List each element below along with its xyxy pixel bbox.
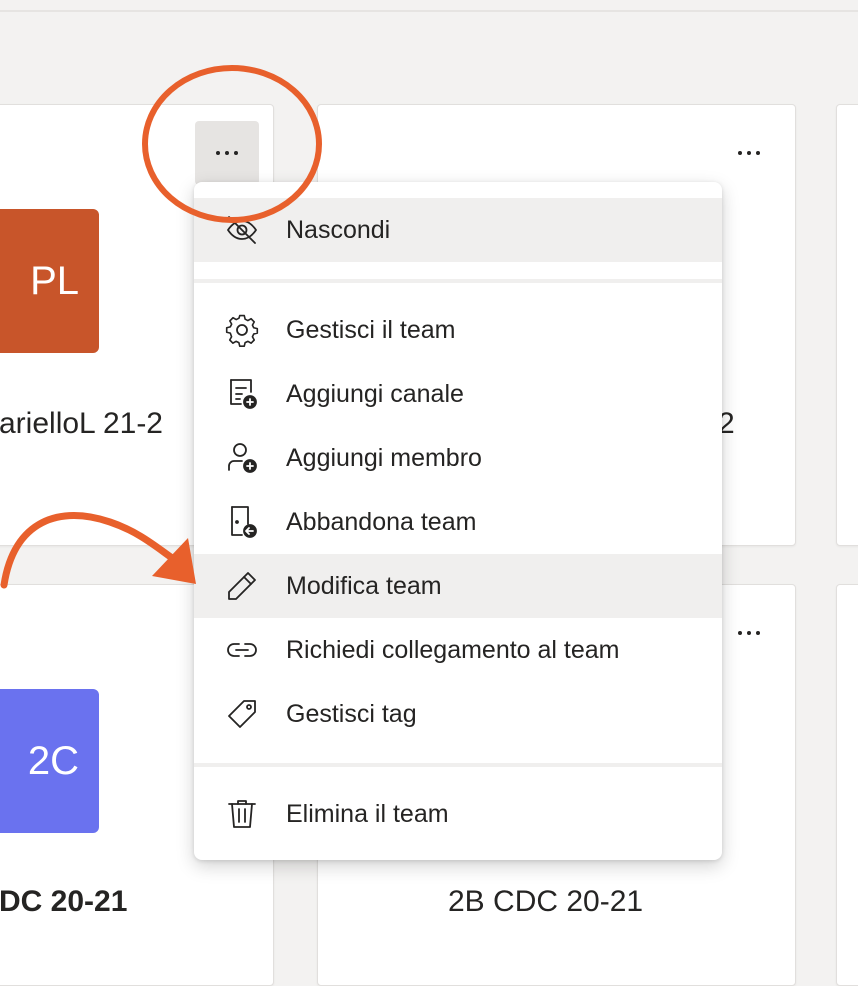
leave-icon (224, 504, 260, 540)
menu-item-leave-team[interactable]: Abbandona team (194, 490, 722, 554)
menu-item-manage-team[interactable]: Gestisci il team (194, 298, 722, 362)
menu-item-edit-team[interactable]: Modifica team (194, 554, 722, 618)
menu-item-add-channel[interactable]: Aggiungi canale (194, 362, 722, 426)
more-options-button[interactable] (195, 121, 259, 185)
team-name: 2B CDC 20-21 (448, 885, 644, 918)
more-icon (738, 151, 760, 155)
menu-item-label: Gestisci il team (286, 315, 456, 344)
link-icon (224, 632, 260, 668)
tag-icon (224, 696, 260, 732)
menu-separator (194, 279, 722, 283)
menu-item-label: Modifica team (286, 571, 442, 600)
team-name: arielloL 21-2 (0, 407, 163, 440)
team-initials: 2C (27, 738, 79, 783)
team-card[interactable] (836, 584, 858, 986)
trash-icon (224, 796, 260, 832)
menu-item-label: Gestisci tag (286, 699, 417, 728)
menu-item-label: Elimina il team (286, 799, 449, 828)
menu-item-label: Richiedi collegamento al team (286, 635, 620, 664)
menu-item-manage-tags[interactable]: Gestisci tag (194, 682, 722, 746)
hide-icon (224, 212, 260, 248)
gear-icon (224, 312, 260, 348)
menu-item-get-link[interactable]: Richiedi collegamento al team (194, 618, 722, 682)
menu-item-hide[interactable]: Nascondi (194, 198, 722, 262)
top-bar (0, 0, 858, 12)
pencil-icon (224, 568, 260, 604)
team-card[interactable] (836, 104, 858, 546)
menu-item-label: Abbandona team (286, 507, 477, 536)
menu-item-add-member[interactable]: Aggiungi membro (194, 426, 722, 490)
more-icon (216, 151, 238, 155)
menu-separator (194, 763, 722, 767)
more-options-button[interactable] (717, 121, 781, 185)
team-avatar: PL (0, 209, 99, 353)
more-icon (738, 631, 760, 635)
more-options-button[interactable] (717, 601, 781, 665)
team-name: DC 20-21 (0, 885, 128, 918)
team-context-menu: Nascondi Gestisci il team Aggiungi canal… (194, 182, 722, 860)
add-member-icon (224, 440, 260, 476)
add-channel-icon (224, 376, 260, 412)
team-avatar: 2C (0, 689, 99, 833)
menu-item-delete-team[interactable]: Elimina il team (194, 782, 722, 846)
menu-item-label: Aggiungi membro (286, 443, 482, 472)
team-initials: PL (30, 258, 79, 303)
menu-item-label: Aggiungi canale (286, 379, 464, 408)
menu-item-label: Nascondi (286, 215, 391, 244)
